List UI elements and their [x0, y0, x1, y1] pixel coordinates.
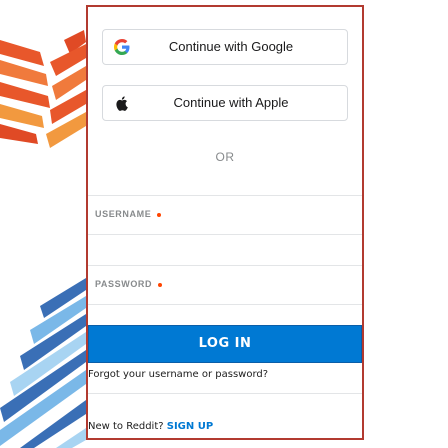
google-button-label: Continue with Google [168, 39, 294, 54]
login-panel: Continue with Google Continue with Apple… [86, 5, 364, 440]
or-divider-text: OR [215, 150, 235, 164]
sidebar-stripes-icon [0, 30, 86, 448]
sign-up-link[interactable]: SIGN UP [167, 421, 213, 432]
apple-button-label: Continue with Apple [173, 95, 289, 110]
password-input[interactable] [88, 266, 362, 306]
upper-stripes [0, 30, 86, 148]
decorative-sidebar-art [0, 0, 86, 448]
signup-row: New to Reddit? SIGN UP [88, 421, 213, 432]
continue-with-apple-button[interactable]: Continue with Apple [102, 85, 348, 121]
signup-prompt: New to Reddit? [88, 421, 164, 432]
password-field[interactable]: PASSWORD [88, 265, 362, 306]
forgot-credentials-link[interactable]: Forgot your username or password? [88, 369, 268, 380]
username-input[interactable] [88, 196, 362, 236]
log-in-button[interactable]: LOG IN [88, 325, 362, 363]
continue-with-google-button[interactable]: Continue with Google [102, 29, 348, 65]
lower-stripes [0, 278, 86, 448]
section-divider [88, 393, 362, 394]
username-field[interactable]: USERNAME [88, 195, 362, 236]
